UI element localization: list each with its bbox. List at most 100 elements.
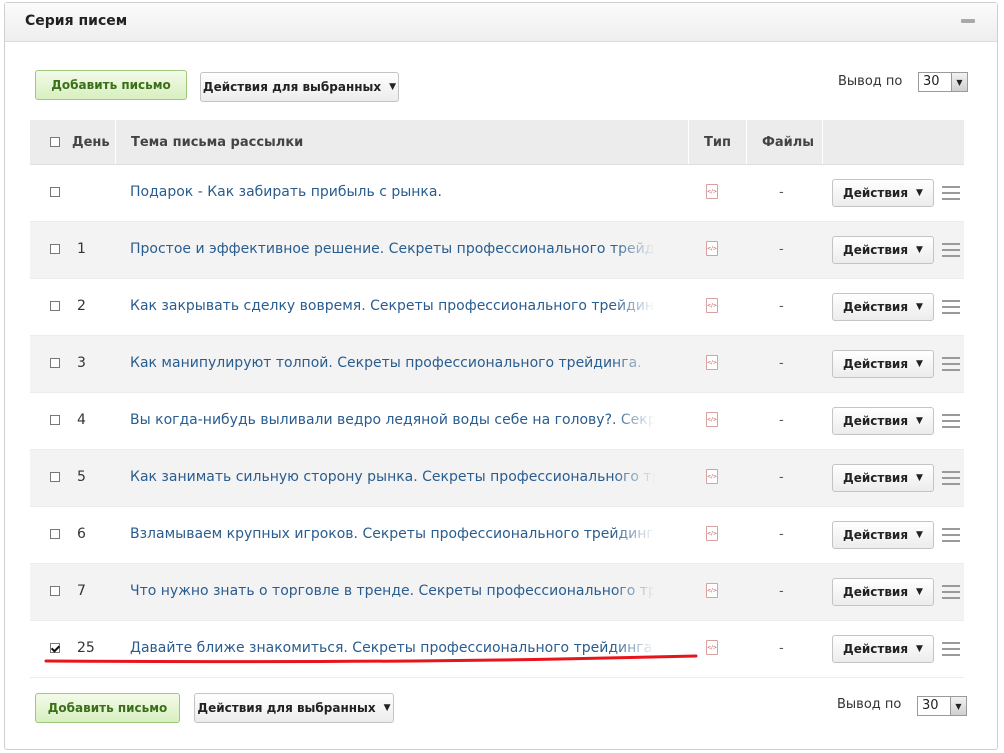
- row-actions-label: Действия: [843, 528, 909, 542]
- row-files: -: [779, 527, 784, 542]
- drag-handle-icon[interactable]: [942, 471, 960, 485]
- perpage-label-bottom: Вывод по: [837, 697, 902, 712]
- html-file-icon: </>: [706, 298, 718, 313]
- drag-handle-icon[interactable]: [942, 585, 960, 599]
- caret-down-icon: ▼: [916, 416, 923, 426]
- row-actions-button[interactable]: Действия ▼: [832, 350, 934, 378]
- row-subject-link[interactable]: Давайте ближе знакомиться. Секреты профе…: [130, 640, 655, 656]
- select-arrow-icon: ▼: [950, 697, 966, 715]
- table-row: 2 Как закрывать сделку вовремя. Секреты п…: [30, 279, 964, 336]
- row-actions-button[interactable]: Действия ▼: [832, 464, 934, 492]
- row-checkbox[interactable]: [50, 415, 60, 425]
- row-subject-link[interactable]: Как занимать сильную сторону рынка. Секр…: [130, 469, 655, 485]
- row-subject-link[interactable]: Простое и эффективное решение. Секреты п…: [130, 241, 655, 257]
- row-day: 3: [77, 355, 86, 371]
- select-arrow-icon: ▼: [951, 73, 967, 91]
- collapse-icon[interactable]: [961, 19, 975, 23]
- add-letter-button[interactable]: Добавить письмо: [35, 70, 187, 100]
- html-file-icon: </>: [706, 640, 718, 655]
- row-actions-label: Действия: [843, 300, 909, 314]
- perpage-select-bottom[interactable]: 30 ▼: [917, 696, 967, 716]
- row-actions-button[interactable]: Действия ▼: [832, 521, 934, 549]
- table-row: 1 Простое и эффективное решение. Секреты …: [30, 222, 964, 279]
- perpage-select[interactable]: 30 ▼: [918, 72, 968, 92]
- row-actions-button[interactable]: Действия ▼: [832, 179, 934, 207]
- row-day: 7: [77, 583, 86, 599]
- drag-handle-icon[interactable]: [942, 357, 960, 371]
- table-row: 7 Что нужно знать о торговле в тренде. Се…: [30, 564, 964, 621]
- row-day: 1: [77, 241, 86, 257]
- row-subject-link[interactable]: Что нужно знать о торговле в тренде. Сек…: [130, 583, 655, 599]
- row-actions-label: Действия: [843, 414, 909, 428]
- row-files: -: [779, 413, 784, 428]
- row-checkbox[interactable]: [50, 586, 60, 596]
- html-file-icon: </>: [706, 241, 718, 256]
- caret-down-icon: ▼: [916, 245, 923, 255]
- add-letter-button-bottom[interactable]: Добавить письмо: [35, 693, 180, 723]
- add-letter-label: Добавить письмо: [51, 78, 171, 92]
- row-files: -: [779, 641, 784, 656]
- row-day: 6: [77, 526, 86, 542]
- drag-handle-icon[interactable]: [942, 243, 960, 257]
- row-actions-button[interactable]: Действия ▼: [832, 635, 934, 663]
- html-file-icon: </>: [706, 355, 718, 370]
- drag-handle-icon[interactable]: [942, 528, 960, 542]
- row-checkbox[interactable]: [50, 472, 60, 482]
- row-checkbox[interactable]: [50, 529, 60, 539]
- caret-down-icon: ▼: [916, 473, 923, 483]
- header-divider: [688, 120, 689, 164]
- row-actions-button[interactable]: Действия ▼: [832, 407, 934, 435]
- bulk-actions-button-bottom[interactable]: Действия для выбранных ▼: [194, 693, 394, 723]
- drag-handle-icon[interactable]: [942, 414, 960, 428]
- row-actions-label: Действия: [843, 471, 909, 485]
- row-actions-button[interactable]: Действия ▼: [832, 578, 934, 606]
- letters-table: День Тема письма рассылки Тип Файлы Пода…: [30, 120, 964, 678]
- caret-down-icon: ▼: [916, 188, 923, 198]
- header-divider: [115, 120, 116, 164]
- html-file-icon: </>: [706, 469, 718, 484]
- drag-handle-icon[interactable]: [942, 300, 960, 314]
- row-actions-label: Действия: [843, 642, 909, 656]
- row-files: -: [779, 584, 784, 599]
- caret-down-icon: ▼: [389, 82, 397, 92]
- row-files: -: [779, 356, 784, 371]
- header-files: Файлы: [762, 134, 815, 150]
- drag-handle-icon[interactable]: [942, 186, 960, 200]
- row-subject-link[interactable]: Взламываем крупных игроков. Секреты проф…: [130, 526, 655, 542]
- html-file-icon: </>: [706, 412, 718, 427]
- drag-handle-icon[interactable]: [942, 642, 960, 656]
- row-checkbox[interactable]: [50, 643, 60, 653]
- bulk-actions-label: Действия для выбранных: [197, 701, 376, 715]
- row-subject-link[interactable]: Вы когда-нибудь выливали ведро ледяной в…: [130, 412, 655, 428]
- panel-header: Серия писем: [5, 3, 997, 42]
- row-actions-button[interactable]: Действия ▼: [832, 293, 934, 321]
- row-actions-label: Действия: [843, 186, 909, 200]
- header-divider: [822, 120, 823, 164]
- row-checkbox[interactable]: [50, 244, 60, 254]
- row-checkbox[interactable]: [50, 301, 60, 311]
- row-subject-link[interactable]: Подарок - Как забирать прибыль с рынка.: [130, 184, 655, 200]
- row-day: 4: [77, 412, 86, 428]
- html-file-icon: </>: [706, 184, 718, 199]
- row-day: 2: [77, 298, 86, 314]
- bulk-actions-button[interactable]: Действия для выбранных ▼: [200, 72, 399, 102]
- row-checkbox[interactable]: [50, 187, 60, 197]
- perpage-label: Вывод по: [838, 74, 903, 89]
- add-letter-label: Добавить письмо: [47, 701, 168, 715]
- row-actions-label: Действия: [843, 585, 909, 599]
- caret-down-icon: ▼: [383, 703, 391, 713]
- row-actions-button[interactable]: Действия ▼: [832, 236, 934, 264]
- row-day: 5: [77, 469, 86, 485]
- panel-title: Серия писем: [25, 13, 128, 29]
- caret-down-icon: ▼: [916, 530, 923, 540]
- table-row: 6 Взламываем крупных игроков. Секреты про…: [30, 507, 964, 564]
- row-subject-link[interactable]: Как манипулируют толпой. Секреты професс…: [130, 355, 655, 371]
- select-all-checkbox[interactable]: [50, 137, 60, 147]
- row-actions-label: Действия: [843, 357, 909, 371]
- row-checkbox[interactable]: [50, 358, 60, 368]
- row-files: -: [779, 470, 784, 485]
- row-subject-link[interactable]: Как закрывать сделку вовремя. Секреты пр…: [130, 298, 655, 314]
- perpage-value: 30: [923, 74, 940, 89]
- html-file-icon: </>: [706, 526, 718, 541]
- header-subject: Тема письма рассылки: [131, 134, 304, 150]
